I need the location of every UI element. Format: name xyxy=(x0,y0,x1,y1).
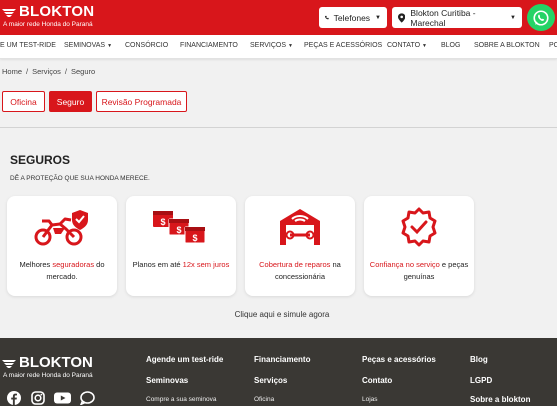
chevron-down-icon: ▼ xyxy=(422,43,427,49)
benefit-card-repairs: Cobertura de reparos na concessionária xyxy=(245,196,355,296)
shielded-motorcycle-icon xyxy=(34,210,88,246)
youtube-icon[interactable] xyxy=(54,391,71,405)
footer-link-lgpd[interactable]: LGPD xyxy=(470,376,492,385)
nav-item-seminovas[interactable]: SEMINOVAS ▼ xyxy=(64,42,112,49)
tab-oficina[interactable]: Oficina xyxy=(2,91,45,112)
footer-link-sobre[interactable]: Sobre a blokton xyxy=(470,395,530,404)
chevron-down-icon: ▼ xyxy=(375,14,381,21)
footer-link-test-ride[interactable]: Agende um test-ride xyxy=(146,355,223,364)
card-text: Confiança no serviço e peças genuínas xyxy=(369,260,469,281)
nav-item-test-ride[interactable]: E UM TEST-RIDE xyxy=(0,42,56,49)
header-logo[interactable]: BLOKTON A maior rede Honda do Paraná xyxy=(2,4,94,28)
footer-link-seminovas[interactable]: Seminovas xyxy=(146,376,188,385)
facebook-icon[interactable] xyxy=(7,391,21,405)
main-nav: E UM TEST-RIDE SEMINOVAS ▼ CONSÓRCIO FIN… xyxy=(0,35,557,59)
footer-link-servicos[interactable]: Serviços xyxy=(254,376,287,385)
page-title: SEGUROS xyxy=(10,153,71,167)
calendar-money-icon: $ $ $ xyxy=(153,211,206,244)
phones-label: Telefones xyxy=(333,12,371,23)
nav-item-consorcio[interactable]: CONSÓRCIO xyxy=(125,42,168,49)
simulate-link[interactable]: Clique aqui e simule agora xyxy=(0,310,557,319)
card-text: Melhores seguradoras do mercado. xyxy=(19,260,105,281)
honda-wing-icon xyxy=(2,8,16,17)
card-text: Planos em até 12x sem juros xyxy=(132,260,230,269)
site-footer: BLOKTON A maior rede Honda do Paraná Age… xyxy=(0,338,557,406)
chat-bubble-icon[interactable] xyxy=(80,391,95,405)
footer-link-oficina[interactable]: Oficina xyxy=(254,396,274,403)
logo-text: BLOKTON xyxy=(19,3,95,20)
footer-logo[interactable]: BLOKTON A maior rede Honda do Paraná xyxy=(2,355,93,379)
location-pin-icon xyxy=(398,12,406,23)
breadcrumb-current: Seguro xyxy=(70,67,96,76)
footer-link-pecas[interactable]: Peças e acessórios xyxy=(362,355,436,364)
svg-text:$: $ xyxy=(176,225,181,235)
honda-wing-icon xyxy=(2,359,16,368)
benefit-card-insurers: Melhores seguradoras do mercado. xyxy=(7,196,117,296)
phone-icon xyxy=(325,15,329,20)
store-label: Blokton Curitiba - Marechal xyxy=(410,7,476,28)
card-text: Cobertura de reparos na concessionária xyxy=(259,260,341,281)
footer-link-contato[interactable]: Contato xyxy=(362,376,392,385)
top-header: BLOKTON A maior rede Honda do Paraná Tel… xyxy=(0,0,557,35)
phones-dropdown[interactable]: Telefones ▼ xyxy=(319,7,387,28)
footer-link-compre-seminova[interactable]: Compre a sua seminova xyxy=(146,396,216,403)
logo-tagline: A maior rede Honda do Paraná xyxy=(3,21,93,28)
chevron-down-icon: ▼ xyxy=(288,43,293,49)
nav-item-contato[interactable]: CONTATO ▼ xyxy=(387,42,427,49)
verified-badge-icon xyxy=(401,207,437,247)
garage-wrench-icon xyxy=(280,209,320,245)
nav-item-blog[interactable]: BLOG xyxy=(441,42,460,49)
benefit-card-trust: Confiança no serviço e peças genuínas xyxy=(364,196,474,296)
breadcrumb: Home / Serviços / Seguro xyxy=(2,67,95,76)
tab-seguro[interactable]: Seguro xyxy=(49,91,92,112)
whatsapp-button[interactable] xyxy=(527,4,555,31)
footer-logo-text: BLOKTON xyxy=(19,354,93,371)
tab-revisao-programada[interactable]: Revisão Programada xyxy=(96,91,187,112)
nav-item-pecas[interactable]: PEÇAS E ACESSÓRIOS xyxy=(304,42,382,49)
nav-item-financiamento[interactable]: FINANCIAMENTO xyxy=(180,42,238,49)
chevron-down-icon: ▼ xyxy=(107,43,113,49)
breadcrumb-home[interactable]: Home xyxy=(2,67,22,76)
instagram-icon[interactable] xyxy=(31,391,45,405)
svg-text:$: $ xyxy=(192,233,197,243)
breadcrumb-services[interactable]: Serviços xyxy=(32,67,61,76)
nav-item-sobre[interactable]: SOBRE A BLOKTON xyxy=(474,42,540,49)
store-selector[interactable]: Blokton Curitiba - Marechal ▼ xyxy=(392,7,522,28)
svg-text:$: $ xyxy=(160,217,165,227)
footer-logo-tagline: A maior rede Honda do Paraná xyxy=(3,372,93,379)
chevron-down-icon: ▼ xyxy=(510,14,516,21)
section-divider xyxy=(0,127,557,128)
nav-item-overflow[interactable]: PO xyxy=(549,42,557,49)
page-subtitle: DÊ A PROTEÇÃO QUE SUA HONDA MERECE. xyxy=(10,175,150,182)
breadcrumb-separator: / xyxy=(26,67,29,76)
benefit-card-installments: $ $ $ Planos em até 12x sem juros xyxy=(126,196,236,296)
footer-link-financiamento[interactable]: Financiamento xyxy=(254,355,310,364)
nav-item-servicos[interactable]: SERVIÇOS ▼ xyxy=(250,42,293,49)
whatsapp-icon xyxy=(533,9,549,26)
breadcrumb-separator: / xyxy=(64,67,67,76)
footer-link-blog[interactable]: Blog xyxy=(470,355,488,364)
footer-link-lojas[interactable]: Lojas xyxy=(362,396,378,403)
